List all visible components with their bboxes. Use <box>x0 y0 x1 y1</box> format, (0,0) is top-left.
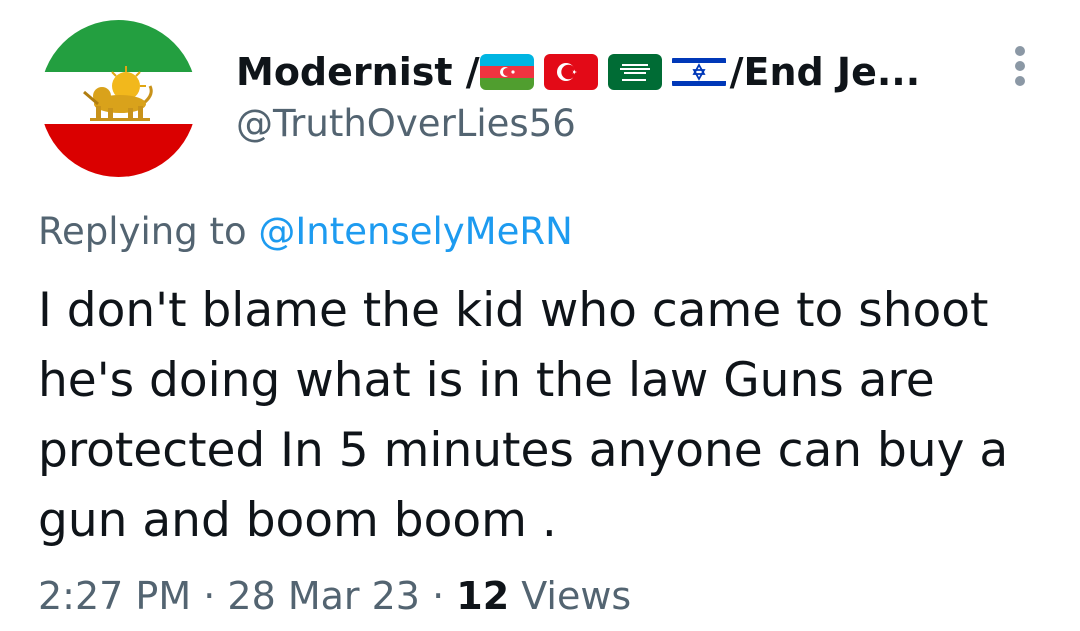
reply-prefix: Replying to <box>38 210 247 253</box>
tweet: Modernist / /End Je... @TruthOverLies56 … <box>0 0 1080 631</box>
display-name[interactable]: Modernist / /End Je... <box>236 44 920 100</box>
avatar[interactable] <box>40 20 197 177</box>
tweet-text: I don't blame the kid who came to shoot … <box>38 276 1048 556</box>
views-label: Views <box>521 574 632 618</box>
azerbaijan-flag-icon <box>479 54 534 90</box>
israel-flag-icon <box>671 54 726 90</box>
display-name-suffix: /End Je... <box>729 50 921 94</box>
meta-separator: · <box>203 574 216 618</box>
more-dot-icon <box>1015 61 1025 71</box>
reply-mention-link[interactable]: @IntenselyMeRN <box>258 210 572 253</box>
views-count: 12 <box>456 574 510 618</box>
more-dot-icon <box>1015 76 1025 86</box>
tweet-meta: 2:27 PM · 28 Mar 23 · 12 Views <box>38 574 631 618</box>
tweet-text-line: protected In 5 minutes anyone can buy a <box>38 423 1009 478</box>
reply-context: Replying to @IntenselyMeRN <box>38 210 573 253</box>
more-dot-icon <box>1015 46 1025 56</box>
tweet-time[interactable]: 2:27 PM <box>38 574 191 618</box>
tweet-text-line: gun and boom boom . <box>38 493 557 548</box>
meta-separator: · <box>432 574 445 618</box>
display-name-prefix: Modernist / <box>236 50 480 94</box>
user-handle[interactable]: @TruthOverLies56 <box>236 102 576 145</box>
saudi-arabia-flag-icon <box>607 54 662 90</box>
tweet-text-line: he's doing what is in the law Guns are <box>38 353 935 408</box>
lion-and-sun-flag-icon <box>40 20 197 177</box>
tweet-date[interactable]: 28 Mar 23 <box>227 574 420 618</box>
more-options-button[interactable] <box>1006 44 1034 88</box>
tweet-text-line: I don't blame the kid who came to shoot <box>38 283 989 338</box>
turkey-flag-icon <box>543 54 598 90</box>
